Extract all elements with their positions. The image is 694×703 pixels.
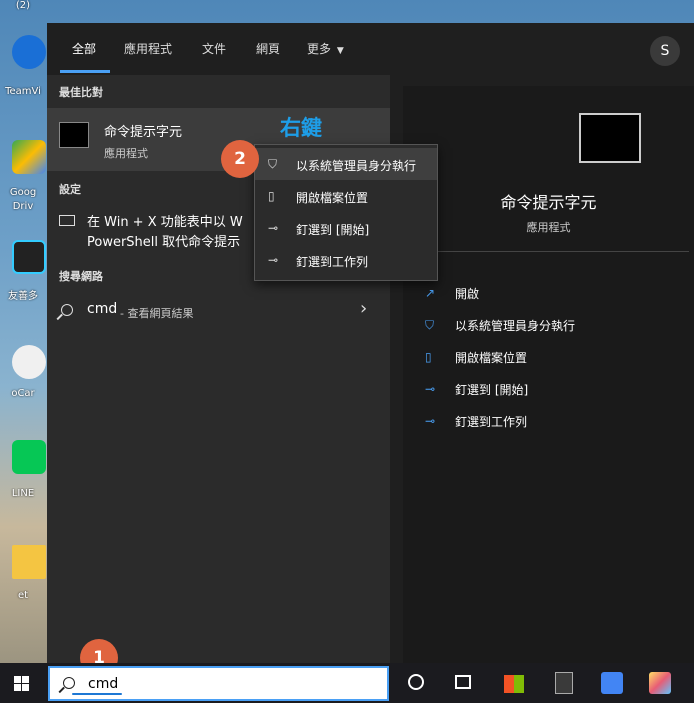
terminal-icon (59, 122, 89, 148)
google-translate-icon[interactable] (600, 671, 624, 695)
task-view-shape (455, 675, 471, 689)
pin-icon: ⊸ (425, 414, 436, 428)
step-2-badge: 2 (221, 140, 259, 178)
chevron-down-icon: ▼ (336, 46, 344, 56)
ocam-icon (12, 345, 46, 379)
windows-logo-icon (22, 676, 29, 683)
tab-web[interactable]: 網頁 (256, 40, 280, 57)
tab-apps[interactable]: 應用程式 (124, 40, 172, 57)
active-tab-indicator (60, 70, 110, 73)
context-label: 釘選到工作列 (296, 255, 369, 269)
teamviewer-icon (12, 35, 46, 69)
translate-shape (601, 672, 623, 694)
task-view-icon[interactable] (452, 671, 476, 695)
desktop-icon-label: (2) (15, 0, 31, 11)
result-type: 應用程式 (104, 147, 148, 160)
settings-line-2: PowerShell 取代命令提示 (87, 235, 241, 250)
cortana-icon[interactable] (405, 671, 429, 695)
action-label: 釘選到 [開始] (455, 383, 529, 397)
tab-all[interactable]: 全部 (72, 40, 96, 57)
web-query: cmd (87, 301, 118, 317)
desktop-icon-folder[interactable]: et (0, 540, 46, 610)
desktop-icon-app3[interactable]: 友善多 (0, 235, 46, 305)
windows-logo-icon (22, 684, 29, 691)
desktop-icon-line[interactable]: LINE (0, 440, 46, 510)
app-icon (12, 240, 46, 274)
calculator-shape (555, 672, 573, 694)
desktop-icon-teamviewer[interactable]: TeamVi (0, 30, 46, 100)
context-label: 釘選到 [開始] (296, 223, 370, 237)
context-pin-to-start[interactable]: ⊸ 釘選到 [開始] (255, 212, 437, 244)
best-match-heading: 最佳比對 (59, 86, 103, 99)
desktop-icon-label: TeamVi (5, 86, 41, 97)
taskbar: cmd (0, 663, 694, 703)
search-input[interactable]: cmd (88, 676, 118, 692)
context-label: 開啟檔案位置 (296, 191, 369, 205)
windows-logo-icon (14, 676, 21, 683)
keyboard-icon (59, 215, 75, 226)
result-name: 命令提示字元 (104, 125, 183, 140)
store-icon[interactable] (502, 671, 526, 695)
action-label: 以系統管理員身分執行 (455, 319, 576, 333)
action-label: 釘選到工作列 (455, 415, 528, 429)
web-description: - 查看網頁結果 (120, 307, 194, 320)
detail-name: 命令提示字元 (500, 193, 597, 212)
google-drive-icon (12, 140, 46, 174)
avatar[interactable]: S (650, 36, 680, 66)
chevron-right-icon[interactable]: › (360, 298, 367, 319)
context-menu: ⛉ 以系統管理員身分執行 ▯ 開啟檔案位置 ⊸ 釘選到 [開始] ⊸ 釘選到工作… (254, 144, 438, 281)
start-menu: 全部 應用程式 文件 網頁 更多 ▼ S 最佳比對 命令提示字元 應用程式 右鍵… (47, 23, 694, 663)
action-label: 開啟 (455, 287, 480, 301)
pin-icon: ⊸ (268, 253, 279, 267)
store-shape (504, 675, 524, 693)
web-search-heading: 搜尋網路 (59, 270, 103, 283)
context-pin-to-taskbar[interactable]: ⊸ 釘選到工作列 (255, 244, 437, 276)
web-search-result[interactable]: cmd - 查看網頁結果 › (47, 298, 390, 328)
shield-icon: ⛉ (268, 157, 278, 171)
action-label: 開啟檔案位置 (455, 351, 528, 365)
folder-icon: ▯ (268, 189, 275, 203)
tab-documents[interactable]: 文件 (202, 40, 226, 57)
calculator-icon[interactable] (552, 671, 576, 695)
tab-more[interactable]: 更多 ▼ (307, 40, 344, 57)
tab-more-label: 更多 (307, 42, 332, 56)
open-icon: ↗ (425, 286, 436, 300)
taskbar-search-box[interactable]: cmd (48, 666, 389, 701)
detail-panel: 命令提示字元 應用程式 ↗ 開啟 ⛉ 以系統管理員身分執行 ▯ 開啟檔案位置 ⊸… (403, 86, 694, 663)
desktop-icon-label: et (17, 590, 29, 601)
pin-icon: ⊸ (268, 221, 279, 235)
context-label: 以系統管理員身分執行 (296, 159, 417, 173)
right-click-hint: 右鍵 (280, 116, 322, 140)
desktop-icon-google-drive[interactable]: Goog Driv (0, 135, 46, 215)
shield-icon: ⛉ (425, 318, 435, 332)
pin-icon: ⊸ (425, 382, 436, 396)
search-icon (63, 677, 75, 689)
settings-line-1: 在 Win + X 功能表中以 W (87, 215, 243, 230)
detail-type: 應用程式 (526, 221, 571, 234)
cortana-circle (408, 674, 424, 690)
desktop-icon-label: Goog (9, 187, 37, 198)
context-run-as-admin[interactable]: ⛉ 以系統管理員身分執行 (255, 148, 437, 180)
desktop-icon-label: 友善多 (8, 291, 38, 302)
context-open-file-location[interactable]: ▯ 開啟檔案位置 (255, 180, 437, 212)
windows-logo-icon (14, 684, 21, 691)
settings-result[interactable]: 在 Win + X 功能表中以 W PowerShell 取代命令提示 (87, 213, 257, 253)
desktop-icon-label: LINE (11, 488, 35, 499)
desktop-icon-ocam[interactable]: oCar (0, 340, 46, 410)
desktop-icon-label: Driv (12, 201, 34, 212)
folder-icon (12, 545, 46, 579)
terminal-icon (579, 113, 641, 163)
folder-icon: ▯ (425, 350, 432, 364)
search-tabs-bar: 全部 應用程式 文件 網頁 更多 ▼ S (47, 23, 694, 75)
desktop-icon-label: oCar (11, 388, 35, 399)
paint-icon[interactable] (648, 671, 672, 695)
search-icon (61, 304, 73, 316)
settings-heading: 設定 (59, 183, 81, 196)
windows-start-button[interactable] (14, 676, 30, 692)
desktop-icon-0[interactable]: (2) (0, 0, 46, 20)
line-icon (12, 440, 46, 474)
search-highlight (72, 693, 122, 695)
paint-shape (649, 672, 671, 694)
divider (409, 251, 689, 252)
